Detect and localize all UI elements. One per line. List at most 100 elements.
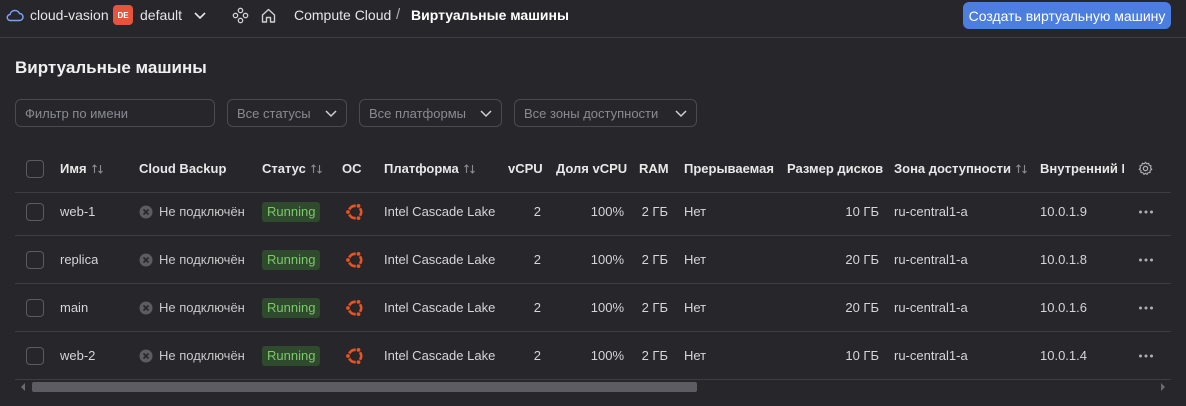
ubuntu-icon	[345, 250, 363, 269]
ram-value: 2 ГБ	[641, 348, 668, 363]
cloud-name[interactable]: cloud-vasion	[30, 7, 109, 23]
scrollbar-thumb[interactable]	[32, 382, 697, 392]
chevron-down-icon[interactable]	[193, 9, 207, 21]
select-all-checkbox[interactable]	[26, 159, 44, 178]
column-platform-label: Платформа	[384, 161, 459, 176]
cloud-icon[interactable]	[6, 8, 24, 22]
row-checkbox[interactable]	[26, 250, 44, 269]
table-row[interactable]: main Не подключён Running Intel Cascade …	[15, 284, 1171, 332]
table-row[interactable]: web-2 Не подключён Running Intel Cascade…	[15, 332, 1171, 380]
row-actions-cell	[1138, 188, 1154, 235]
backup-status: Не подключён	[159, 348, 245, 363]
vcpu-value: 2	[533, 252, 541, 267]
row-checkbox[interactable]	[26, 202, 44, 221]
vcpu-value: 2	[533, 348, 541, 363]
column-settings-cell	[1138, 145, 1153, 192]
column-name[interactable]: Имя	[60, 145, 104, 192]
vm-name[interactable]: web-2	[60, 332, 95, 379]
table-row[interactable]: replica Не подключён Running Intel Casca…	[15, 236, 1171, 284]
column-disk-size-label: Размер дисков	[787, 161, 884, 176]
name-filter-input[interactable]	[15, 99, 215, 127]
zone-filter-select[interactable]: Все зоны доступности	[514, 99, 697, 127]
gear-icon[interactable]	[1138, 161, 1153, 176]
not-connected-icon	[139, 301, 153, 314]
home-icon[interactable]	[260, 7, 277, 24]
backup-cell: Не подключён	[139, 188, 245, 235]
backup-cell: Не подключён	[139, 236, 245, 283]
column-disk-size: Размер дисков	[787, 145, 883, 192]
column-vcpu: vCPU	[508, 145, 543, 192]
backup-status: Не подключён	[159, 252, 245, 267]
vm-name[interactable]: replica	[60, 236, 98, 283]
more-icon[interactable]	[1138, 258, 1154, 262]
internal-ip-value: 10.0.1.4	[1040, 348, 1087, 363]
internal-ip-value: 10.0.1.6	[1040, 300, 1087, 315]
column-internal-ip-label: Внутренний IP	[1040, 161, 1124, 176]
not-connected-icon	[139, 349, 153, 362]
column-preemptible: Прерываемая	[684, 145, 774, 192]
more-icon[interactable]	[1138, 210, 1154, 214]
column-ram-label: RAM	[639, 161, 669, 176]
more-icon[interactable]	[1138, 306, 1154, 310]
chevron-down-icon	[480, 110, 492, 118]
horizontal-scrollbar[interactable]	[15, 380, 1171, 394]
more-icon[interactable]	[1138, 354, 1154, 358]
disk-size-value: 10 ГБ	[845, 204, 879, 219]
status-filter-select[interactable]: Все статусы	[227, 99, 347, 127]
chevron-down-icon	[325, 110, 337, 118]
row-select-cell	[26, 188, 44, 235]
column-status[interactable]: Статус	[262, 145, 323, 192]
services-icon[interactable]	[232, 7, 249, 24]
internal-ip-value: 10.0.1.8	[1040, 252, 1087, 267]
backup-status: Не подключён	[159, 204, 245, 219]
ubuntu-icon	[345, 346, 363, 365]
row-actions-cell	[1138, 332, 1154, 379]
internal-ip-value: 10.0.1.9	[1040, 204, 1087, 219]
vm-name[interactable]: web-1	[60, 188, 95, 235]
column-zone[interactable]: Зона доступности	[894, 145, 1028, 192]
preemptible-value: Нет	[684, 252, 707, 267]
zone-value: ru-central1-a	[894, 348, 968, 363]
not-connected-icon	[139, 205, 153, 218]
column-preemptible-label: Прерываемая	[684, 161, 774, 176]
scroll-right-icon[interactable]	[1160, 383, 1166, 391]
row-checkbox[interactable]	[26, 298, 44, 317]
vcpu-value: 2	[533, 204, 541, 219]
status-cell: Running	[262, 236, 321, 283]
vm-name[interactable]: main	[60, 284, 88, 331]
table-row[interactable]: web-1 Не подключён Running Intel Cascade…	[15, 188, 1171, 236]
scroll-left-icon[interactable]	[20, 383, 26, 391]
platform-filter-select[interactable]: Все платформы	[359, 99, 502, 127]
select-all-cell	[26, 145, 44, 192]
os-cell	[344, 188, 366, 235]
column-vcpu-label: vCPU	[508, 161, 543, 176]
sort-icon	[463, 163, 475, 174]
create-vm-button[interactable]: Создать виртуальную машину	[963, 2, 1171, 29]
folder-badge[interactable]: DE	[113, 5, 133, 25]
column-internal-ip: Внутренний IP	[1040, 145, 1124, 192]
row-checkbox[interactable]	[26, 346, 44, 365]
vcpu-share-value: 100%	[590, 204, 624, 219]
sort-icon	[91, 163, 103, 174]
column-vcpu-share: Доля vCPU	[556, 145, 627, 192]
column-vcpu-share-label: Доля vCPU	[556, 161, 628, 176]
breadcrumb-current: Виртуальные машины	[411, 7, 569, 23]
platform-text: Intel Cascade Lake	[384, 348, 496, 363]
folder-name[interactable]: default	[140, 7, 182, 23]
backup-cell: Не подключён	[139, 284, 245, 331]
backup-cell: Не подключён	[139, 332, 245, 379]
row-select-cell	[26, 284, 44, 331]
column-backup-label: Cloud Backup	[139, 161, 227, 176]
status-badge: Running	[262, 297, 321, 318]
platform-text: Intel Cascade Lake	[384, 252, 496, 267]
disk-size-value: 10 ГБ	[845, 348, 879, 363]
os-cell	[344, 284, 366, 331]
preemptible-value: Нет	[684, 204, 707, 219]
platform-text: Intel Cascade Lake	[384, 204, 496, 219]
column-platform[interactable]: Платформа	[384, 145, 476, 192]
status-cell: Running	[262, 284, 321, 331]
column-ram: RAM	[639, 145, 669, 192]
ram-value: 2 ГБ	[641, 300, 668, 315]
breadcrumb-service[interactable]: Compute Cloud	[294, 7, 391, 23]
vcpu-value: 2	[533, 300, 541, 315]
